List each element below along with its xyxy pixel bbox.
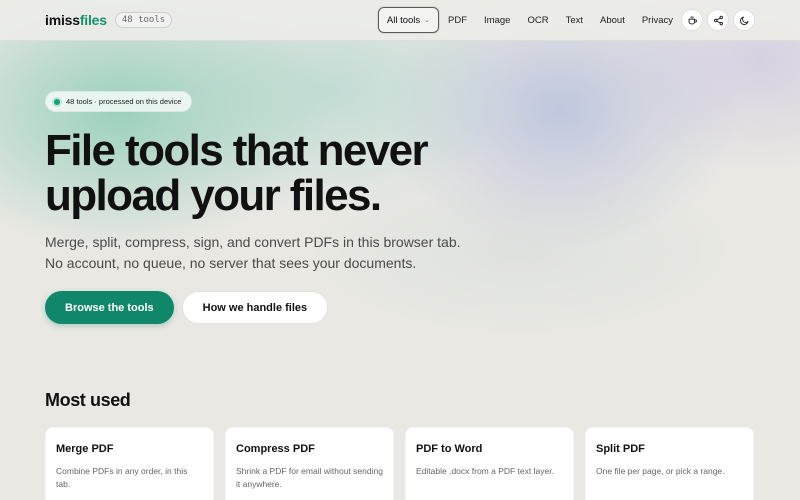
tool-card-title: PDF to Word — [416, 443, 483, 455]
tool-card-title: Compress PDF — [236, 443, 315, 455]
hero-headline-line2: upload your files. — [45, 171, 382, 220]
all-tools-dropdown[interactable]: All tools ⌄ — [377, 7, 440, 33]
status-pill-text: 48 tools · processed on this device — [66, 97, 182, 106]
hero-subline: Merge, split, compress, sign, and conver… — [45, 234, 461, 271]
hero-section: 48 tools · processed on this device File… — [45, 91, 525, 324]
hero-headline-line1: File tools that never — [45, 126, 429, 175]
logo[interactable]: imiss files — [45, 12, 107, 28]
nav-link-text[interactable]: Text — [566, 15, 583, 26]
coffee-button[interactable] — [681, 9, 703, 31]
tool-card-compress-pdf[interactable]: Compress PDF Shrink a PDF for email with… — [225, 427, 394, 500]
coffee-icon — [688, 15, 697, 24]
chevron-down-icon: ⌄ — [424, 17, 431, 24]
hero-cta-group: Browse the tools How we handle files — [45, 291, 525, 324]
nav-link-image[interactable]: Image — [484, 15, 510, 26]
nav-link-privacy[interactable]: Privacy — [642, 15, 673, 26]
status-dot-icon — [54, 98, 60, 105]
share-icon — [713, 15, 723, 25]
theme-toggle-button[interactable] — [733, 9, 755, 31]
site-header: imiss files 48 tools All tools ⌄ PDF Imag… — [0, 0, 800, 41]
hero-headline: File tools that never upload your files. — [45, 128, 525, 218]
tool-card-split-pdf[interactable]: Split PDF One file per page, or pick a r… — [585, 427, 754, 500]
most-used-title: Most used — [45, 390, 131, 410]
tool-card-merge-pdf[interactable]: Merge PDF Combine PDFs in any order, in … — [45, 427, 214, 500]
tool-count-badge: 48 tools — [114, 12, 173, 28]
tool-card-description: Editable .docx from a PDF text layer. — [416, 466, 554, 476]
nav-link-pdf[interactable]: PDF — [448, 15, 467, 26]
tool-card-description: Combine PDFs in any order, in this tab. — [56, 466, 188, 489]
page: imiss files 48 tools All tools ⌄ PDF Imag… — [0, 0, 800, 500]
logo-text-part1: imiss — [45, 12, 80, 28]
tool-card-title: Split PDF — [596, 443, 645, 455]
tool-card-description: Shrink a PDF for email without sending i… — [236, 466, 383, 489]
all-tools-label: All tools — [386, 14, 421, 26]
logo-text-part2: files — [79, 12, 107, 28]
main-nav: All tools ⌄ PDF Image OCR Text About Pri… — [377, 7, 755, 33]
moon-icon — [739, 16, 748, 25]
nav-link-about[interactable]: About — [600, 15, 625, 26]
tool-card-description: One file per page, or pick a range. — [596, 466, 725, 476]
tool-card-title: Merge PDF — [56, 443, 114, 455]
share-button[interactable] — [707, 9, 729, 31]
nav-link-ocr[interactable]: OCR — [527, 15, 548, 26]
status-pill: 48 tools · processed on this device — [45, 91, 193, 112]
browse-tools-button[interactable]: Browse the tools — [45, 291, 174, 324]
tool-card-pdf-to-word[interactable]: PDF to Word Editable .docx from a PDF te… — [405, 427, 574, 500]
how-we-handle-files-button[interactable]: How we handle files — [181, 291, 329, 324]
most-used-cards: Merge PDF Combine PDFs in any order, in … — [45, 427, 754, 500]
